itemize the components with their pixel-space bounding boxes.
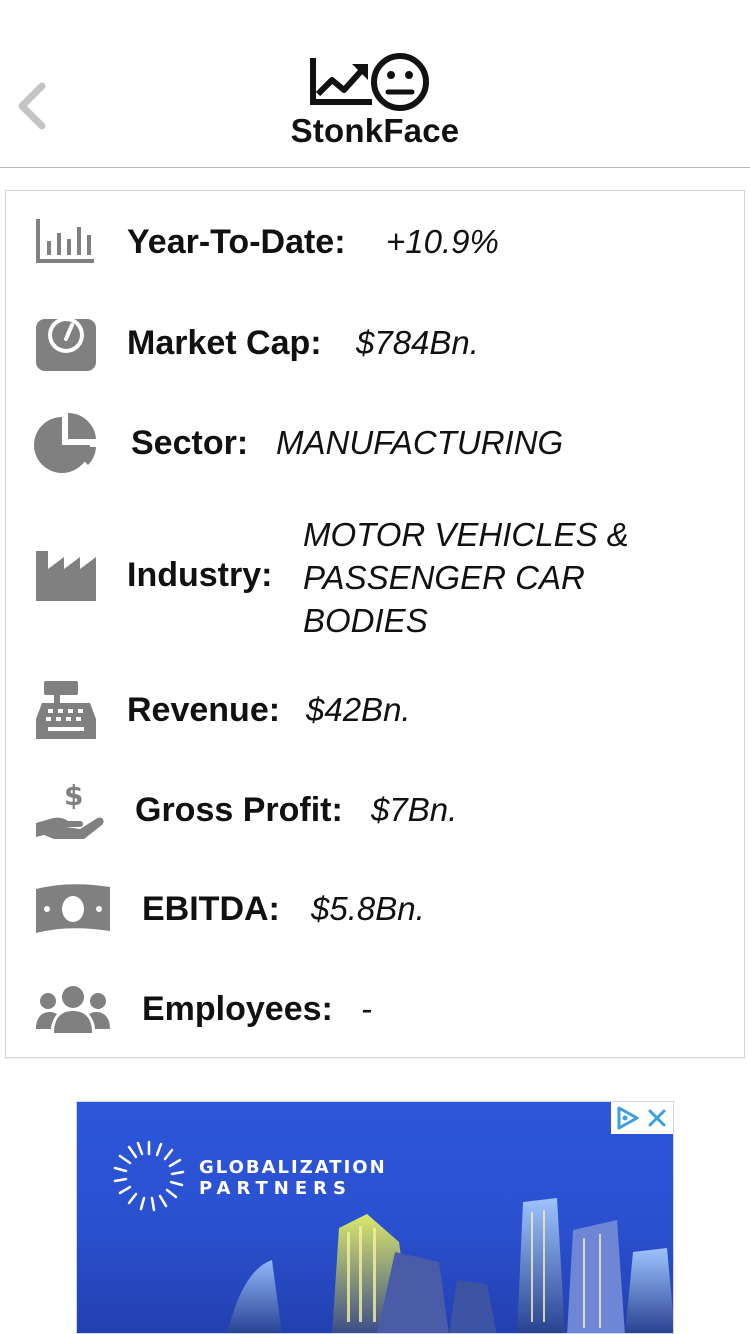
stat-value: - bbox=[361, 990, 372, 1027]
stat-row-sector: Sector: MANUFACTURING bbox=[6, 409, 746, 475]
stat-label: Year-To-Date: bbox=[127, 223, 346, 261]
stats-card: Year-To-Date: +10.9% Market Cap: $784Bn.… bbox=[5, 190, 745, 1058]
app-header: StonkFace bbox=[0, 0, 750, 168]
users-icon bbox=[36, 986, 110, 1033]
stat-value: MANUFACTURING bbox=[276, 424, 564, 461]
stat-row-ebitda: EBITDA: $5.8Bn. bbox=[6, 881, 746, 937]
ad-choices-badge bbox=[611, 1102, 673, 1134]
stonkface-logo-icon bbox=[310, 53, 429, 111]
ad-banner[interactable]: GLOBALIZATION PARTNERS bbox=[76, 1101, 674, 1334]
ad-brand-line2: PARTNERS bbox=[199, 1178, 352, 1199]
app-title: StonkFace bbox=[290, 112, 460, 149]
stat-label: EBITDA: bbox=[142, 890, 280, 928]
stat-value: $7Bn. bbox=[371, 791, 458, 828]
stat-row-revenue: Revenue: $42Bn. bbox=[6, 677, 746, 743]
stat-row-gross-profit: $ Gross Profit: $7Bn. bbox=[6, 777, 746, 843]
close-icon[interactable] bbox=[647, 1108, 667, 1128]
factory-icon bbox=[36, 551, 96, 601]
ad-brand-line1: GLOBALIZATION bbox=[199, 1157, 387, 1178]
stat-label: Market Cap: bbox=[127, 324, 322, 362]
adchoices-icon[interactable] bbox=[615, 1106, 639, 1130]
money-bill-icon bbox=[36, 884, 110, 933]
stat-label: Revenue: bbox=[127, 691, 281, 729]
hand-dollar-icon: $ bbox=[36, 779, 104, 839]
stat-value: $784Bn. bbox=[356, 324, 479, 361]
stat-label: Gross Profit: bbox=[135, 791, 343, 829]
stat-label: Employees: bbox=[142, 990, 333, 1028]
stat-row-employees: Employees: - bbox=[6, 981, 746, 1037]
stat-value: +10.9% bbox=[386, 223, 499, 260]
stat-row-industry: Industry: MOTOR VEHICLES & PASSENGER CAR… bbox=[6, 511, 746, 641]
pie-chart-icon bbox=[34, 412, 96, 473]
stat-value: $5.8Bn. bbox=[311, 890, 425, 927]
stat-value: $42Bn. bbox=[306, 691, 411, 728]
stat-row-market-cap: Market Cap: $784Bn. bbox=[6, 311, 746, 373]
svg-text:$: $ bbox=[64, 779, 83, 812]
stat-label: Industry: bbox=[127, 556, 273, 594]
stat-value: MOTOR VEHICLES & PASSENGER CAR BODIES bbox=[303, 516, 629, 639]
stat-label: Sector: bbox=[131, 424, 249, 462]
ad-brand-text: GLOBALIZATION PARTNERS bbox=[199, 1157, 387, 1199]
gauge-icon bbox=[36, 317, 96, 371]
globalization-partners-logo-icon bbox=[113, 1140, 185, 1212]
bar-chart-icon bbox=[36, 219, 94, 263]
stat-row-ytd: Year-To-Date: +10.9% bbox=[6, 211, 746, 271]
cash-register-icon bbox=[36, 681, 96, 739]
